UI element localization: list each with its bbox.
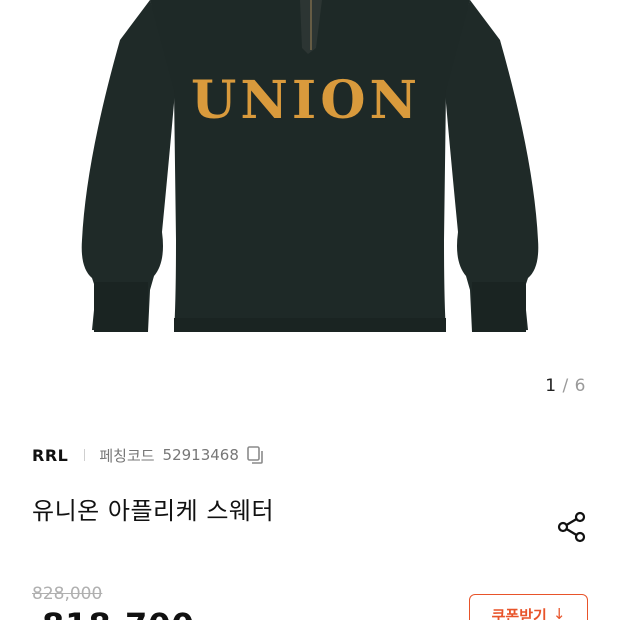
right-cuff xyxy=(472,282,526,332)
pager-total: 6 xyxy=(574,376,586,396)
hem-band xyxy=(174,318,446,332)
image-pager: 1 / 6 xyxy=(545,376,586,396)
sale-price: 818,700 xyxy=(42,606,195,620)
share-button[interactable] xyxy=(554,509,590,545)
copy-icon[interactable] xyxy=(245,445,265,465)
product-title: 유니온 아플리케 스웨터 xyxy=(32,497,275,525)
download-arrow-icon: ↓ xyxy=(552,605,566,620)
coupon-download-button[interactable]: 쿠폰받기 ↓ xyxy=(469,594,588,620)
fetching-code-label: 페칭코드 xyxy=(99,446,155,465)
coupon-label: 쿠폰받기 xyxy=(491,607,547,620)
left-cuff xyxy=(94,282,148,332)
fetching-code-value: 52913468 xyxy=(162,446,239,464)
pager-current: 1 xyxy=(545,376,557,396)
brand-link[interactable]: RRL xyxy=(32,446,68,465)
brand-row: RRL 페칭코드 52913468 xyxy=(32,442,265,468)
product-detail-page: UNION 1 / 6 RRL 페칭코드 52913468 유니온 아플리케 스… xyxy=(0,0,620,620)
divider xyxy=(84,449,86,461)
product-image[interactable]: UNION xyxy=(0,0,620,360)
pager-separator: / xyxy=(562,376,569,396)
union-graphic-text: UNION xyxy=(191,70,421,131)
sale-price-row: 818,700 xyxy=(32,606,195,620)
sweater-illustration: UNION xyxy=(81,0,539,332)
original-price: 828,000 xyxy=(32,584,103,604)
share-icon xyxy=(557,511,586,543)
